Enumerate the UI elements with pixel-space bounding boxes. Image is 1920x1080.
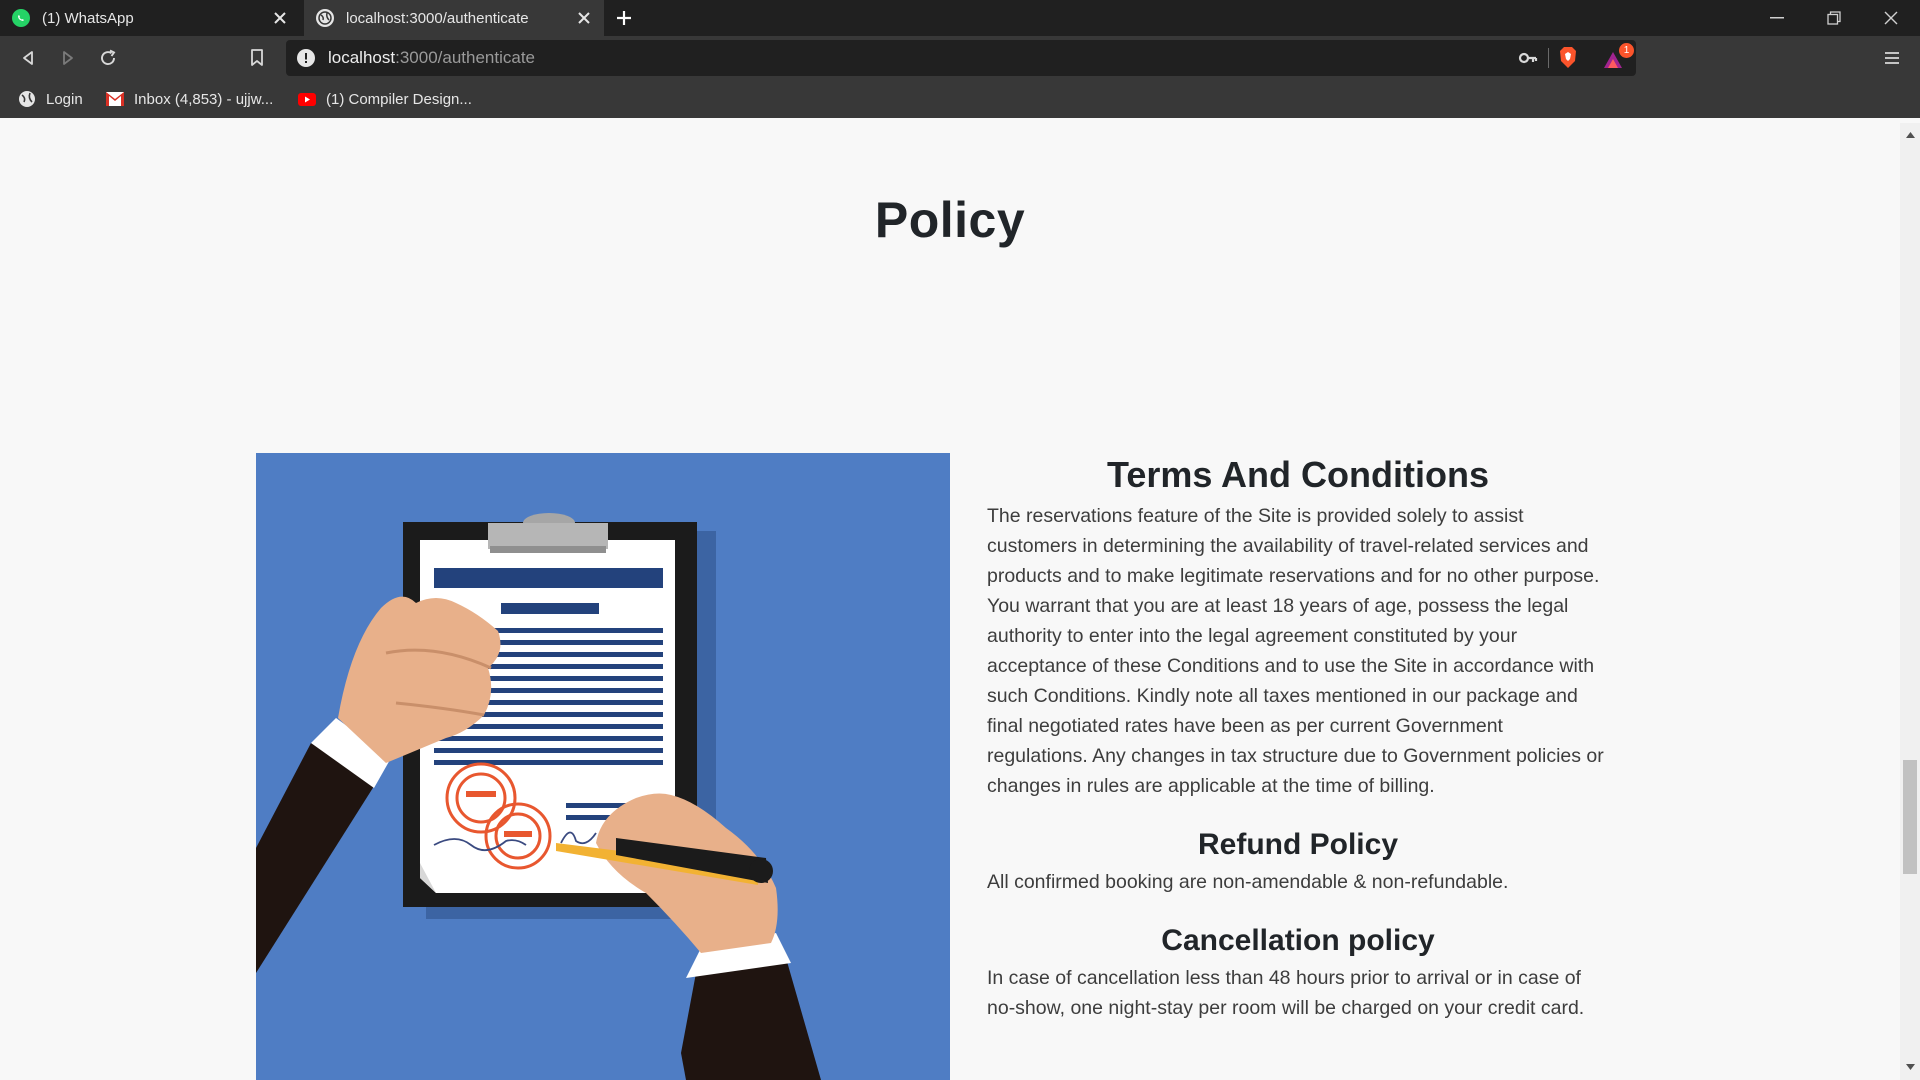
reload-icon[interactable] [92,42,124,74]
new-tab-icon[interactable] [612,6,636,30]
bookmark-inbox[interactable]: Inbox (4,853) - ujjw... [106,84,273,114]
notification-badge: 1 [1619,43,1634,58]
info-icon[interactable] [297,49,315,67]
tab-title: (1) WhatsApp [42,9,134,27]
bookmark-login[interactable]: Login [18,84,83,114]
page-title: Policy [874,192,1026,248]
cancellation-heading: Cancellation policy [1161,924,1435,957]
restore-icon[interactable] [1805,0,1863,36]
scroll-up-arrow-icon[interactable] [1900,126,1920,144]
close-tab-icon[interactable] [270,8,290,28]
bookmarks-bar: Login Inbox (4,853) - ujjw... (1) Compil… [0,84,1920,114]
scroll-down-arrow-icon[interactable] [1900,1058,1920,1076]
bookmark-label: (1) Compiler Design... [326,90,472,108]
terms-heading: Terms And Conditions [1107,454,1489,495]
gmail-icon [106,90,124,108]
tab-whatsapp[interactable]: (1) WhatsApp [0,0,300,36]
scrollbar-thumb[interactable] [1903,760,1917,874]
terms-body: The reservations feature of the Site is … [987,505,1604,797]
youtube-icon [298,90,316,108]
back-icon[interactable] [12,42,44,74]
cancellation-body: In case of cancellation less than 48 hou… [987,967,1585,1019]
policy-content: Terms And Conditions The reservations fe… [987,453,1609,1023]
minimize-icon[interactable] [1748,0,1806,36]
refund-heading: Refund Policy [1197,828,1399,861]
whatsapp-icon [12,9,30,27]
close-window-icon[interactable] [1862,0,1920,36]
address-bar[interactable]: localhost:3000/authenticate 1 [286,40,1636,76]
bookmark-label: Login [46,90,83,108]
close-tab-icon[interactable] [574,8,594,28]
forward-icon[interactable] [52,42,84,74]
tab-title: localhost:3000/authenticate [346,9,529,27]
divider [1548,48,1549,68]
bookmark-icon[interactable] [241,42,273,74]
bookmark-label: Inbox (4,853) - ujjw... [134,90,274,108]
bookmark-compiler-design[interactable]: (1) Compiler Design... [298,84,472,114]
globe-icon [18,90,36,108]
key-icon[interactable] [1518,49,1538,72]
url-text: localhost:3000/authenticate [328,48,536,67]
tab-strip: (1) WhatsApp localhost:3000/authenticate [0,0,1920,36]
menu-icon[interactable] [1876,42,1908,74]
brave-shield-icon[interactable] [1558,46,1578,75]
globe-icon [316,9,334,27]
browser-toolbar: localhost:3000/authenticate 1 Login Inbo… [0,36,1920,118]
tab-localhost[interactable]: localhost:3000/authenticate [304,0,604,36]
vertical-scrollbar[interactable] [1900,123,1920,1080]
page-viewport: Policy Terms And Conditions The reservat… [0,123,1900,1080]
contract-signing-illustration [256,453,950,1080]
refund-body: All confirmed booking are non-amendable … [987,871,1509,893]
